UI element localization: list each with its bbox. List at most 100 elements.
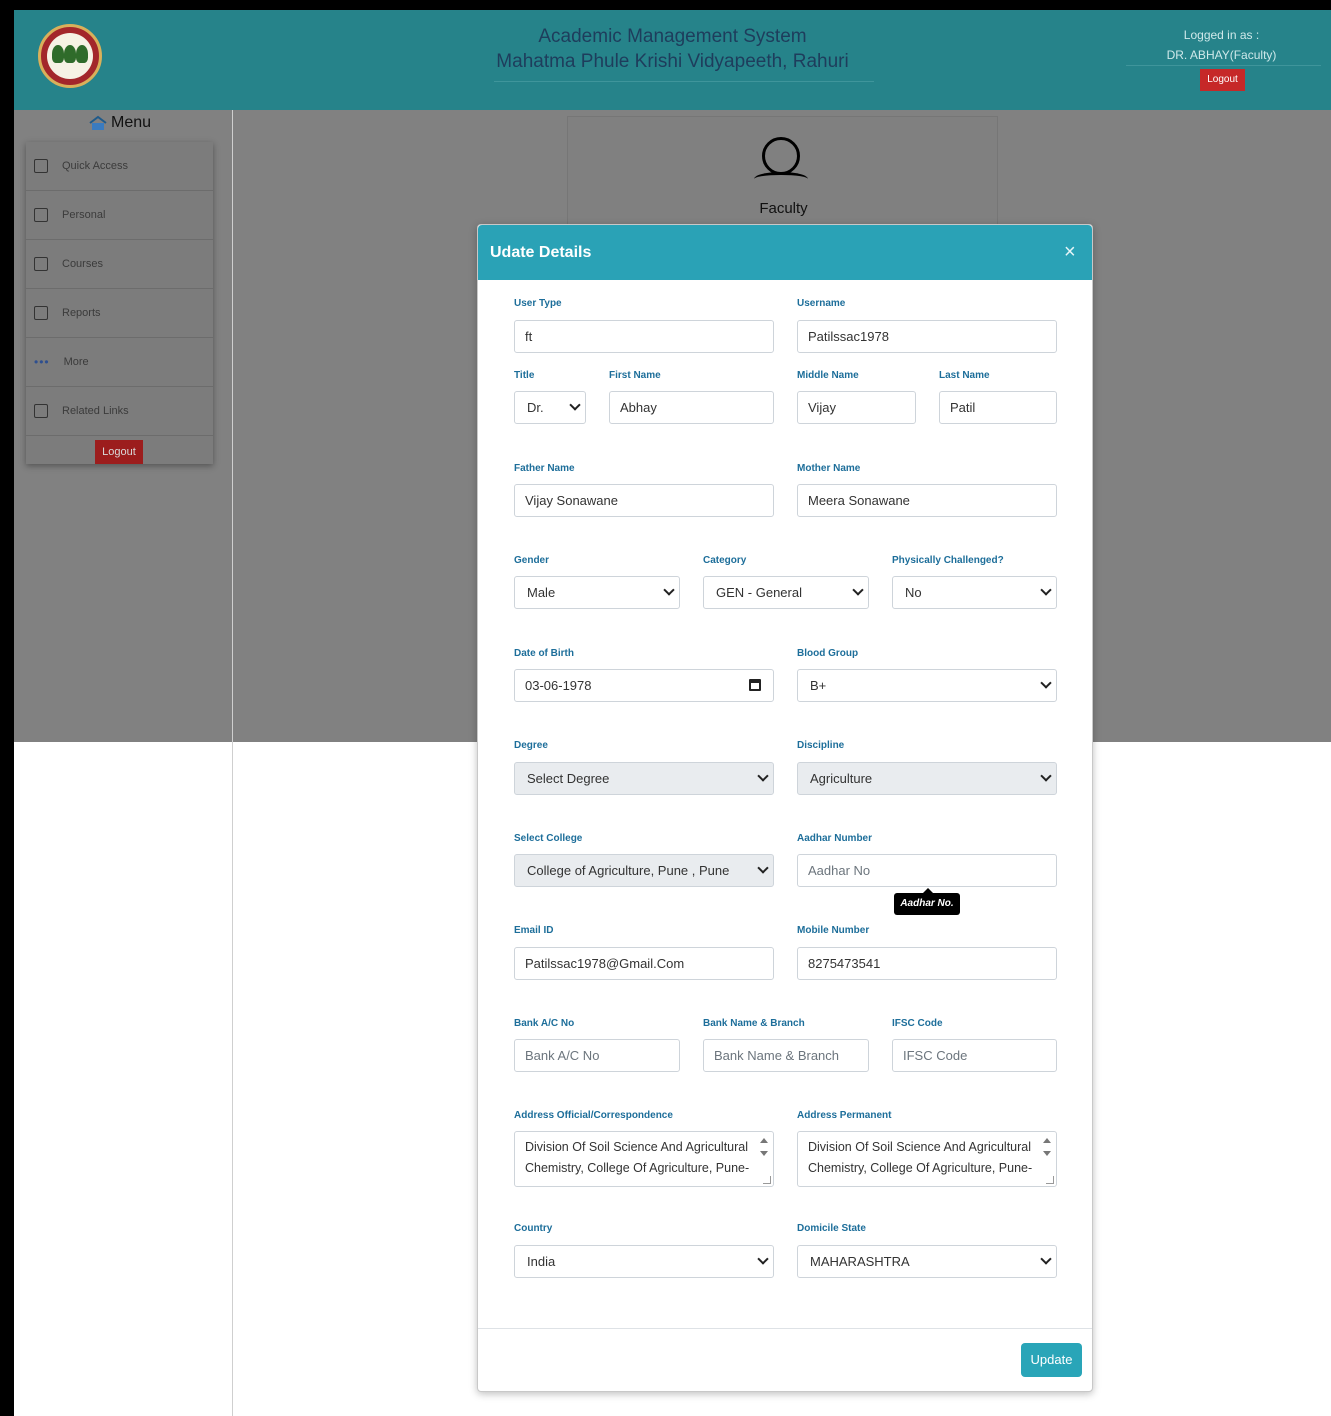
chevron-down-icon xyxy=(1040,1253,1052,1265)
login-divider xyxy=(1126,65,1321,66)
country-label: Country xyxy=(514,1223,553,1234)
chevron-down-icon xyxy=(757,862,769,874)
user-type-input[interactable]: ft xyxy=(514,320,774,353)
country-select[interactable]: India xyxy=(514,1245,774,1278)
update-details-modal: Udate Details × User Type ft Username Pa… xyxy=(477,224,1093,1392)
mobile-input[interactable]: 8275473541 xyxy=(797,947,1057,980)
sidebar-item-label: More xyxy=(63,356,89,368)
domicile-state-select[interactable]: MAHARASHTRA xyxy=(797,1245,1057,1278)
chevron-down-icon xyxy=(852,584,864,596)
chevron-down-icon xyxy=(569,399,581,411)
scroll-arrows-icon[interactable] xyxy=(1040,1134,1054,1164)
middle-name-input[interactable]: Vijay xyxy=(797,391,916,424)
scroll-arrows-icon[interactable] xyxy=(757,1134,771,1164)
address-official-textarea[interactable]: Division Of Soil Science And Agricultura… xyxy=(514,1131,774,1187)
app-frame: Academic Management System Mahatma Phule… xyxy=(14,10,1331,1416)
address-permanent-value: Division Of Soil Science And Agricultura… xyxy=(808,1140,1033,1175)
sidebar-menu: Quick Access Personal Courses Reports ••… xyxy=(26,142,213,464)
email-label: Email ID xyxy=(514,925,554,936)
domicile-state-label: Domicile State xyxy=(797,1223,866,1234)
chevron-down-icon xyxy=(1040,677,1052,689)
calendar-icon[interactable] xyxy=(749,679,761,691)
address-official-label: Address Official/Correspondence xyxy=(514,1110,673,1121)
modal-header: Udate Details × xyxy=(478,225,1092,280)
user-type-label: User Type xyxy=(514,298,562,309)
address-permanent-textarea[interactable]: Division Of Soil Science And Agricultura… xyxy=(797,1131,1057,1187)
mother-name-input[interactable]: Meera Sonawane xyxy=(797,484,1057,517)
sidebar-item-courses[interactable]: Courses xyxy=(26,240,213,289)
discipline-select[interactable]: Agriculture xyxy=(797,762,1057,795)
username-label: Username xyxy=(797,298,846,309)
college-value: College of Agriculture, Pune , Pune xyxy=(527,863,730,878)
country-value: India xyxy=(527,1254,556,1269)
blood-group-label: Blood Group xyxy=(797,648,859,659)
last-name-input[interactable]: Patil xyxy=(939,391,1057,424)
sidebar-item-more[interactable]: ••• More xyxy=(26,338,213,387)
gender-select[interactable]: Male xyxy=(514,576,680,609)
discipline-value: Agriculture xyxy=(810,771,873,786)
chevron-down-icon xyxy=(757,770,769,782)
physically-challenged-value: No xyxy=(905,585,922,600)
close-icon[interactable]: × xyxy=(1064,241,1076,264)
gender-label: Gender xyxy=(514,555,550,566)
category-label: Category xyxy=(703,555,747,566)
sidebar-item-label: Quick Access xyxy=(62,160,129,172)
top-header: Academic Management System Mahatma Phule… xyxy=(14,10,1331,110)
related-links-icon xyxy=(34,404,48,418)
faculty-card[interactable]: Faculty xyxy=(567,116,998,236)
header-divider xyxy=(494,81,874,82)
category-select[interactable]: GEN - General xyxy=(703,576,869,609)
chevron-down-icon xyxy=(663,584,675,596)
sidebar-item-quick-access[interactable]: Quick Access xyxy=(26,142,213,191)
header-logout-button[interactable]: Logout xyxy=(1200,69,1245,91)
first-name-input[interactable]: Abhay xyxy=(609,391,774,424)
sidebar-divider xyxy=(232,110,233,1416)
chevron-down-icon xyxy=(757,1253,769,1265)
blood-group-select[interactable]: B+ xyxy=(797,669,1057,702)
sidebar-item-related-links[interactable]: Related Links xyxy=(26,387,213,436)
father-name-label: Father Name xyxy=(514,463,575,474)
bank-name-label: Bank Name & Branch xyxy=(703,1018,805,1029)
address-official-value: Division Of Soil Science And Agricultura… xyxy=(525,1140,750,1175)
aadhar-tooltip: Aadhar No. xyxy=(894,888,960,915)
home-icon xyxy=(89,115,107,130)
username-input[interactable]: Patilssac1978 xyxy=(797,320,1057,353)
aadhar-input[interactable]: Aadhar No xyxy=(797,854,1057,887)
physically-challenged-select[interactable]: No xyxy=(892,576,1057,609)
courses-icon xyxy=(34,257,48,271)
degree-value: Select Degree xyxy=(527,771,610,786)
bank-ac-input[interactable]: Bank A/C No xyxy=(514,1039,680,1072)
title-value: Dr. xyxy=(527,400,544,415)
sidebar-logout-button[interactable]: Logout xyxy=(95,440,143,464)
bank-name-input[interactable]: Bank Name & Branch xyxy=(703,1039,869,1072)
update-button[interactable]: Update xyxy=(1021,1343,1082,1377)
resize-handle-icon[interactable] xyxy=(1046,1176,1054,1184)
physically-challenged-label: Physically Challenged? xyxy=(892,555,1004,566)
dob-input[interactable]: 03-06-1978 xyxy=(514,669,774,702)
title-select[interactable]: Dr. xyxy=(514,391,586,424)
email-input[interactable]: Patilssac1978@Gmail.Com xyxy=(514,947,774,980)
user-icon-body xyxy=(754,172,808,186)
sidebar-item-reports[interactable]: Reports xyxy=(26,289,213,338)
modal-footer-divider xyxy=(478,1328,1092,1329)
college-select[interactable]: College of Agriculture, Pune , Pune xyxy=(514,854,774,887)
father-name-input[interactable]: Vijay Sonawane xyxy=(514,484,774,517)
resize-handle-icon[interactable] xyxy=(763,1176,771,1184)
degree-select[interactable]: Select Degree xyxy=(514,762,774,795)
middle-name-label: Middle Name xyxy=(797,370,859,381)
mother-name-label: Mother Name xyxy=(797,463,861,474)
menu-title: Menu xyxy=(89,114,151,132)
app-title: Academic Management System xyxy=(538,26,807,47)
menu-title-label: Menu xyxy=(111,114,152,131)
sidebar-item-personal[interactable]: Personal xyxy=(26,191,213,240)
logged-in-label: Logged in as : xyxy=(1183,28,1260,42)
modal-title: Udate Details xyxy=(490,244,592,261)
degree-label: Degree xyxy=(514,740,548,751)
faculty-label: Faculty xyxy=(759,200,808,217)
sidebar-item-label: Related Links xyxy=(62,405,129,417)
logged-in-user: DR. ABHAY(Faculty) xyxy=(1166,48,1277,62)
user-icon xyxy=(762,137,800,175)
ifsc-input[interactable]: IFSC Code xyxy=(892,1039,1057,1072)
university-name: Mahatma Phule Krishi Vidyapeeth, Rahuri xyxy=(496,51,849,72)
sidebar-item-label: Personal xyxy=(62,209,106,221)
